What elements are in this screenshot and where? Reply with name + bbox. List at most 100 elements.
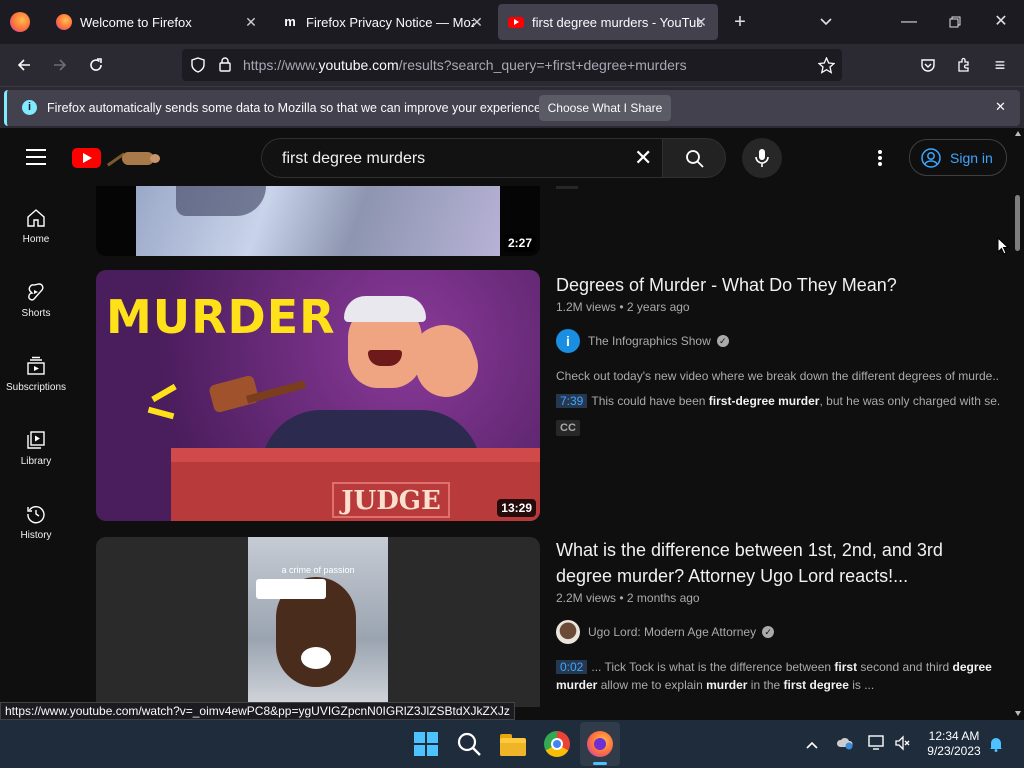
choose-what-i-share-button[interactable]: Choose What I Share — [539, 95, 671, 121]
url-domain: youtube.com — [318, 57, 399, 73]
tracking-protection-shield-icon[interactable] — [190, 57, 206, 73]
search-icon — [686, 150, 704, 168]
chapter-timestamp[interactable]: 0:02 — [556, 660, 588, 674]
video-title[interactable]: Degrees of Murder - What Do They Mean? — [556, 272, 996, 298]
search-icon[interactable] — [455, 730, 483, 758]
video-thumbnail[interactable]: a crime of passion — [96, 537, 540, 707]
cc-badge: CC — [556, 420, 580, 436]
notification-close-icon[interactable]: ✕ — [995, 99, 1006, 115]
sidebar-item-subscriptions[interactable]: Subscriptions — [0, 356, 72, 393]
video-meta: 1.2M views • 2 years ago — [556, 300, 690, 314]
close-window-icon[interactable]: ✕ — [987, 8, 1015, 36]
tab-close-icon[interactable]: ✕ — [242, 13, 260, 31]
search-input[interactable]: first degree murders ✕ — [261, 138, 663, 178]
verified-badge-icon: ✓ — [762, 626, 775, 638]
video-meta: 2.2M views • 2 months ago — [556, 591, 700, 605]
hamburger-menu-icon[interactable] — [26, 149, 46, 165]
youtube-logo[interactable] — [72, 147, 162, 169]
firefox-menu-icon[interactable] — [10, 12, 30, 32]
forward-arrow-icon[interactable] — [47, 52, 73, 78]
minimize-icon[interactable]: — — [895, 8, 923, 36]
video-thumbnail[interactable]: 2:27 — [96, 186, 540, 256]
thumbnail-caption: a crime of passion — [281, 565, 355, 575]
windows-taskbar: 12:34 AM 9/23/2023 — [0, 720, 1024, 768]
back-arrow-icon[interactable] — [11, 52, 37, 78]
bookmark-star-icon[interactable] — [818, 57, 835, 74]
video-thumbnail[interactable]: MURDER JUDGE 13:29 — [96, 270, 540, 521]
badge-fragment — [556, 186, 578, 189]
notification-bell-icon[interactable] — [988, 736, 1004, 757]
mozilla-favicon-icon: m — [284, 14, 296, 29]
app-menu-icon[interactable]: ≡ — [987, 52, 1013, 78]
scroll-down-arrow-icon[interactable] — [1015, 711, 1021, 716]
firefox-favicon-icon — [56, 14, 72, 30]
scroll-up-arrow-icon[interactable] — [1015, 131, 1021, 136]
scrollbar-thumb[interactable] — [1015, 195, 1020, 251]
sidebar-item-shorts[interactable]: Shorts — [0, 282, 72, 319]
onedrive-icon[interactable] — [836, 736, 854, 755]
channel-link[interactable]: i The Infographics Show ✓ — [556, 329, 729, 353]
system-clock[interactable]: 12:34 AM 9/23/2023 — [916, 729, 992, 759]
network-icon[interactable] — [868, 735, 886, 756]
show-hidden-icons-chevron-icon[interactable] — [806, 737, 818, 755]
chapter-snippet[interactable]: 7:39 This could have been first-degree mu… — [556, 394, 1000, 408]
clear-search-icon[interactable]: ✕ — [634, 145, 652, 171]
mouse-cursor-icon — [997, 237, 1009, 255]
sidebar-item-home[interactable]: Home — [0, 208, 72, 245]
video-duration: 2:27 — [503, 234, 536, 252]
chapter-timestamp[interactable]: 7:39 — [556, 394, 588, 408]
address-bar[interactable]: https://www.youtube.com/results?search_q… — [182, 49, 842, 81]
firefox-taskbar-icon[interactable] — [586, 730, 614, 758]
chapter-snippet[interactable]: 0:02... Tick Tock is what is the differe… — [556, 660, 1000, 674]
file-explorer-icon[interactable] — [499, 730, 527, 758]
sign-in-button[interactable]: Sign in — [909, 139, 1007, 176]
new-tab-icon[interactable]: + — [726, 8, 754, 36]
sidebar-item-library[interactable]: Library — [0, 430, 72, 467]
data-notification-bar: i Firefox automatically sends some data … — [0, 86, 1024, 128]
tab-privacy[interactable]: m Firefox Privacy Notice — Mozill ✕ — [272, 4, 494, 40]
reload-icon[interactable] — [83, 52, 109, 78]
lock-icon[interactable] — [218, 56, 232, 72]
restore-icon[interactable] — [941, 8, 969, 36]
channel-avatar: i — [556, 329, 580, 353]
snippet-line: murder allow me to explain murder in the… — [556, 678, 875, 692]
chrome-icon[interactable] — [543, 730, 571, 758]
search-button[interactable] — [662, 138, 726, 178]
tab-close-icon[interactable]: ✕ — [468, 13, 486, 31]
url-text[interactable]: https://www.youtube.com/results?search_q… — [243, 57, 687, 73]
history-icon — [27, 506, 45, 524]
extensions-icon[interactable] — [951, 52, 977, 78]
pocket-icon[interactable] — [915, 52, 941, 78]
active-app-indicator — [593, 762, 607, 765]
sidebar-label: Shorts — [21, 308, 51, 319]
video-description: Check out today's new video where we bre… — [556, 369, 1000, 383]
video-duration: 13:29 — [497, 499, 536, 517]
sidebar-item-history[interactable]: History — [0, 504, 72, 541]
status-url: https://www.youtube.com/watch?v=_oimv4ew… — [0, 702, 515, 720]
video-title[interactable]: What is the difference between 1st, 2nd,… — [556, 537, 976, 589]
sidebar-label: Home — [22, 234, 50, 245]
volume-muted-icon[interactable] — [894, 735, 912, 756]
thumbnail-text-murder: MURDER — [106, 290, 336, 344]
tab-close-icon[interactable]: ✕ — [692, 13, 710, 31]
tab-welcome[interactable]: Welcome to Firefox ✕ — [46, 4, 268, 40]
tab-youtube[interactable]: first degree murders - YouTube ✕ — [498, 4, 718, 40]
home-icon — [27, 209, 45, 227]
snippet-highlight: first-degree murder — [708, 394, 820, 408]
thumbnail-text-judge: JUDGE — [332, 482, 450, 518]
more-options-icon[interactable] — [878, 150, 882, 166]
sidebar-label: History — [20, 530, 52, 541]
channel-avatar — [556, 620, 580, 644]
snippet-text: , but he was only charged with se... — [819, 394, 1000, 408]
youtube-favicon-icon — [508, 16, 524, 28]
voice-search-button[interactable] — [742, 138, 782, 178]
windows-start-icon[interactable] — [412, 730, 440, 758]
channel-name: Ugo Lord: Modern Age Attorney — [588, 625, 757, 639]
clock-date: 9/23/2023 — [927, 744, 981, 758]
list-all-tabs-icon[interactable] — [812, 8, 840, 36]
tab-title: Welcome to Firefox — [80, 14, 192, 30]
channel-link[interactable]: Ugo Lord: Modern Age Attorney ✓ — [556, 620, 775, 644]
tab-title: Firefox Privacy Notice — Mozill — [306, 14, 474, 30]
library-icon — [27, 431, 45, 449]
notification-box: i Firefox automatically sends some data … — [4, 90, 1020, 126]
